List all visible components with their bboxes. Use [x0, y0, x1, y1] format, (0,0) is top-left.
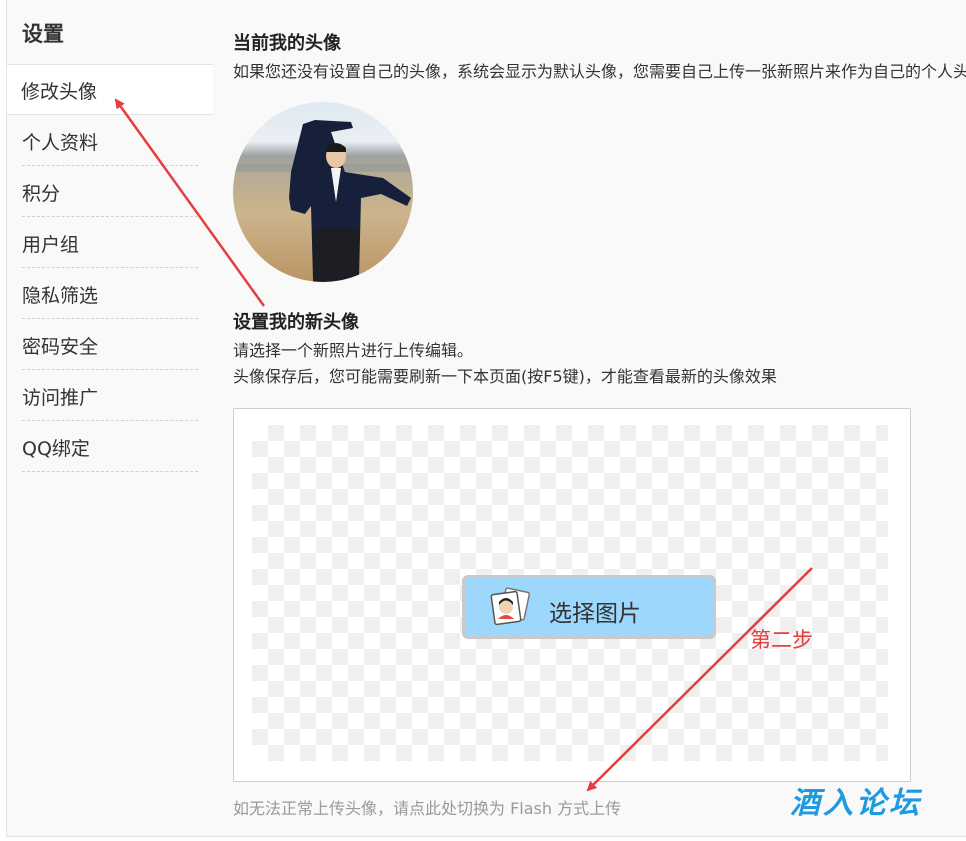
current-avatar-heading: 当前我的头像 [233, 33, 341, 54]
photo-icon [489, 587, 533, 627]
avatar-photo [233, 120, 413, 282]
forum-watermark: 酒入论坛 [790, 786, 922, 821]
sidebar-item-label: 用户组 [22, 234, 80, 256]
current-avatar-image [233, 102, 413, 282]
sidebar-item-avatar[interactable]: 修改头像 [7, 64, 213, 115]
sidebar-item-qq-binding[interactable]: QQ绑定 [22, 421, 198, 472]
new-avatar-refresh-note: 头像保存后，您可能需要刷新一下本页面(按F5键)，才能查看最新的头像效果 [233, 367, 777, 386]
sidebar-item-label: 积分 [22, 183, 61, 205]
avatar-settings-content: 当前我的头像 如果您还没有设置自己的头像，系统会显示为默认头像，您需要自己上传一… [233, 0, 966, 836]
new-avatar-instruction: 请选择一个新照片进行上传编辑。 [233, 341, 474, 360]
upload-canvas: 选择图片 [252, 425, 888, 761]
select-image-button[interactable]: 选择图片 [462, 575, 716, 639]
sidebar-item-profile[interactable]: 个人资料 [22, 115, 198, 166]
settings-panel: 设置 修改头像 个人资料 积分 用户组 隐私筛选 密码安全 访问推广 QQ绑定 … [6, 0, 966, 837]
select-image-label: 选择图片 [549, 601, 641, 627]
new-avatar-heading: 设置我的新头像 [233, 312, 359, 333]
sidebar-item-label: 密码安全 [22, 336, 99, 358]
sidebar-item-promotion[interactable]: 访问推广 [22, 370, 198, 421]
sidebar-item-label: 个人资料 [22, 132, 99, 154]
current-avatar-description: 如果您还没有设置自己的头像，系统会显示为默认头像，您需要自己上传一张新照片来作为… [233, 62, 966, 81]
sidebar-item-label: 访问推广 [22, 387, 99, 409]
avatar-uploader: 选择图片 [233, 408, 911, 782]
step-two-annotation: 第二步 [750, 628, 813, 652]
sidebar-item-privacy[interactable]: 隐私筛选 [22, 268, 198, 319]
sidebar-title: 设置 [22, 22, 64, 46]
settings-sidebar: 设置 修改头像 个人资料 积分 用户组 隐私筛选 密码安全 访问推广 QQ绑定 [7, 0, 213, 836]
sidebar-item-credits[interactable]: 积分 [22, 166, 198, 217]
sidebar-item-label: 隐私筛选 [22, 285, 99, 307]
sidebar-item-usergroup[interactable]: 用户组 [22, 217, 198, 268]
sidebar-item-password[interactable]: 密码安全 [22, 319, 198, 370]
sidebar-item-label: QQ绑定 [22, 438, 90, 460]
sidebar-item-label: 修改头像 [21, 81, 98, 103]
flash-upload-switch-link[interactable]: 如无法正常上传头像，请点此处切换为 Flash 方式上传 [233, 795, 621, 819]
